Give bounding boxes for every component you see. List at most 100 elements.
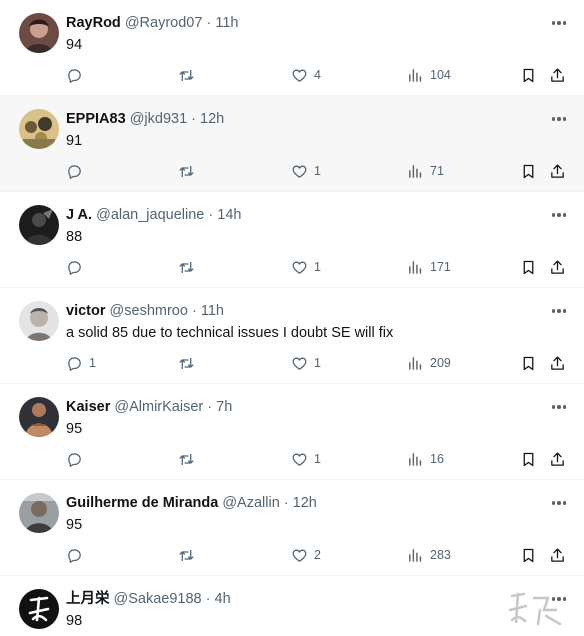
bookmark-icon [523,548,534,562]
like-button[interactable]: 1 [291,160,321,182]
avatar[interactable] [19,13,59,53]
timestamp[interactable]: 11h [215,15,238,31]
retweet-button[interactable] [178,352,201,374]
avatar[interactable] [19,397,59,437]
share-button[interactable] [549,256,566,278]
share-button[interactable] [549,544,566,566]
reply-icon [68,260,81,275]
reply-button[interactable]: 1 [66,352,96,374]
avatar[interactable] [19,205,59,245]
display-name[interactable]: RayRod [66,15,121,31]
like-count: 1 [314,260,321,274]
separator-dot: · [283,495,289,511]
retweet-button[interactable] [178,64,201,86]
bookmark-button[interactable] [520,160,537,182]
timestamp[interactable]: 4h [215,591,231,607]
reply-button[interactable] [66,448,89,470]
user-handle[interactable]: @Sakae9188 [114,591,202,607]
retweet-button[interactable] [178,544,201,566]
tweet-text: 91 [66,133,83,149]
like-button[interactable]: 1 [291,352,321,374]
bookmark-button[interactable] [520,64,537,86]
retweet-icon [179,165,194,177]
tweet[interactable]: Kaiser @AlmirKaiser · 7h 95 1 16 [0,384,584,480]
view-count: 16 [430,452,444,466]
display-name[interactable]: victor [66,303,106,319]
share-button[interactable] [549,352,566,374]
display-name[interactable]: J A. [66,207,92,223]
retweet-button[interactable] [178,448,201,470]
bookmark-button[interactable] [520,352,537,374]
like-button[interactable]: 1 [291,448,321,470]
share-button[interactable] [549,64,566,86]
avatar[interactable] [19,301,59,341]
retweet-icon [179,357,194,369]
tweet[interactable]: Guilherme de Miranda @Azallin · 12h 95 2… [0,480,584,576]
reply-icon [68,164,81,179]
display-name[interactable]: Kaiser [66,399,110,415]
user-handle[interactable]: @AlmirKaiser [114,399,203,415]
tweet-text: 95 [66,517,83,533]
display-name[interactable]: 上月栄 [66,591,110,607]
retweet-button[interactable] [178,256,201,278]
reply-button[interactable] [66,160,89,182]
retweet-icon [179,69,194,81]
user-handle[interactable]: @Azallin [222,495,279,511]
user-handle[interactable]: @Rayrod07 [125,15,203,31]
views-button[interactable]: 171 [407,256,451,278]
user-handle[interactable]: @jkd931 [130,111,187,127]
separator-dot: · [206,15,212,31]
more-button[interactable] [548,15,570,31]
like-button[interactable]: 4 [291,64,321,86]
tweet[interactable]: J A. @alan_jaqueline · 14h 88 1 171 [0,192,584,288]
display-name[interactable]: EPPIA83 [66,111,126,127]
bookmark-button[interactable] [520,448,537,470]
more-button[interactable] [548,399,570,415]
tweet[interactable]: victor @seshmroo · 11h a solid 85 due to… [0,288,584,384]
share-button[interactable] [549,160,566,182]
display-name[interactable]: Guilherme de Miranda [66,495,218,511]
timestamp[interactable]: 12h [293,495,317,511]
reply-icon [68,356,81,371]
like-count: 1 [314,356,321,370]
timestamp[interactable]: 7h [216,399,232,415]
more-button[interactable] [548,111,570,127]
avatar[interactable] [19,109,59,149]
reply-button[interactable] [66,64,89,86]
heart-icon [292,453,307,466]
timestamp[interactable]: 11h [201,303,224,319]
like-count: 2 [314,548,321,562]
heart-icon [292,549,307,562]
views-button[interactable]: 16 [407,448,444,470]
share-icon [551,259,564,274]
like-button[interactable]: 1 [291,256,321,278]
reply-button[interactable] [66,256,89,278]
user-handle[interactable]: @alan_jaqueline [96,207,204,223]
views-button[interactable]: 71 [407,160,444,182]
views-button[interactable]: 283 [407,544,451,566]
reply-button[interactable] [66,544,89,566]
like-button[interactable]: 2 [291,544,321,566]
more-button[interactable] [548,207,570,223]
timestamp[interactable]: 14h [217,207,241,223]
user-handle[interactable]: @seshmroo [110,303,188,319]
views-icon [409,356,422,370]
separator-dot: · [208,207,214,223]
tweet[interactable]: RayRod @Rayrod07 · 11h 94 4 104 [0,0,584,96]
bookmark-button[interactable] [520,256,537,278]
share-button[interactable] [549,448,566,470]
bookmark-button[interactable] [520,544,537,566]
more-button[interactable] [548,495,570,511]
views-button[interactable]: 104 [407,64,451,86]
tweet[interactable]: EPPIA83 @jkd931 · 12h 91 1 71 [0,96,584,192]
retweet-button[interactable] [178,160,201,182]
action-bar: 1 1 209 [0,352,584,374]
timestamp[interactable]: 12h [200,111,224,127]
avatar[interactable] [19,493,59,533]
views-button[interactable]: 209 [407,352,451,374]
views-icon [409,164,422,178]
avatar[interactable] [19,589,59,629]
view-count: 209 [430,356,451,370]
more-button[interactable] [548,303,570,319]
tweet[interactable]: 上月栄 @Sakae9188 · 4h 98 [0,576,584,636]
